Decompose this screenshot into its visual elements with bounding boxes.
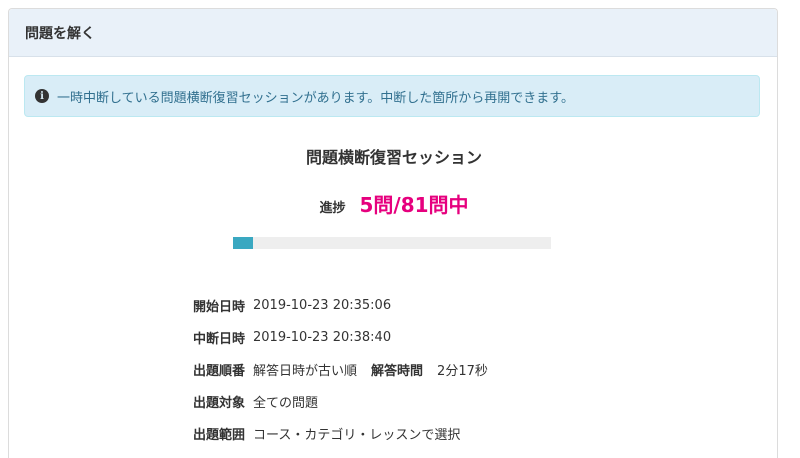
progress-bar [233, 237, 551, 249]
progress-summary: 進捗 5問/81問中 [9, 189, 779, 218]
answer-time-label: 解答時間 [371, 363, 424, 379]
resume-session-alert: i 一時中断している問題横断復習セッションがあります。中断した箇所から再開できま… [24, 75, 760, 117]
question-order-value: 解答日時が古い順 [253, 363, 358, 379]
info-icon: i [35, 89, 49, 103]
pause-time-value: 2019-10-23 20:38:40 [253, 329, 392, 345]
pause-time-label: 中断日時 [193, 331, 246, 347]
detail-row-target: 出題対象 全ての問題 [193, 385, 488, 417]
progress-bar-fill [233, 237, 253, 249]
question-order-label: 出題順番 [193, 363, 246, 379]
start-time-value: 2019-10-23 20:35:06 [253, 297, 392, 313]
solve-problems-panel: 問題を解く i 一時中断している問題横断復習セッションがあります。中断した箇所か… [8, 8, 778, 458]
alert-text: 一時中断している問題横断復習セッションがあります。中断した箇所から再開できます。 [57, 90, 575, 106]
question-scope-value: コース・カテゴリ・レッスンで選択 [253, 427, 461, 443]
start-time-label: 開始日時 [193, 299, 246, 315]
question-scope-label: 出題範囲 [193, 427, 246, 443]
progress-value: 5問/81問中 [359, 193, 469, 217]
detail-row-order: 出題順番 解答日時が古い順 解答時間 2分17秒 [193, 353, 488, 385]
panel-title: 問題を解く [25, 25, 95, 42]
session-details: 開始日時 2019-10-23 20:35:06 中断日時 2019-10-23… [193, 289, 488, 449]
detail-row-scope: 出題範囲 コース・カテゴリ・レッスンで選択 [193, 417, 488, 449]
progress-label: 進捗 [319, 201, 346, 216]
session-title: 問題横断復習セッション [305, 148, 482, 167]
panel-header: 問題を解く [9, 9, 777, 57]
detail-row-start: 開始日時 2019-10-23 20:35:06 [193, 289, 488, 321]
detail-row-pause: 中断日時 2019-10-23 20:38:40 [193, 321, 488, 353]
question-target-label: 出題対象 [193, 395, 246, 411]
question-target-value: 全ての問題 [253, 395, 319, 411]
answer-time-value: 2分17秒 [437, 363, 488, 379]
